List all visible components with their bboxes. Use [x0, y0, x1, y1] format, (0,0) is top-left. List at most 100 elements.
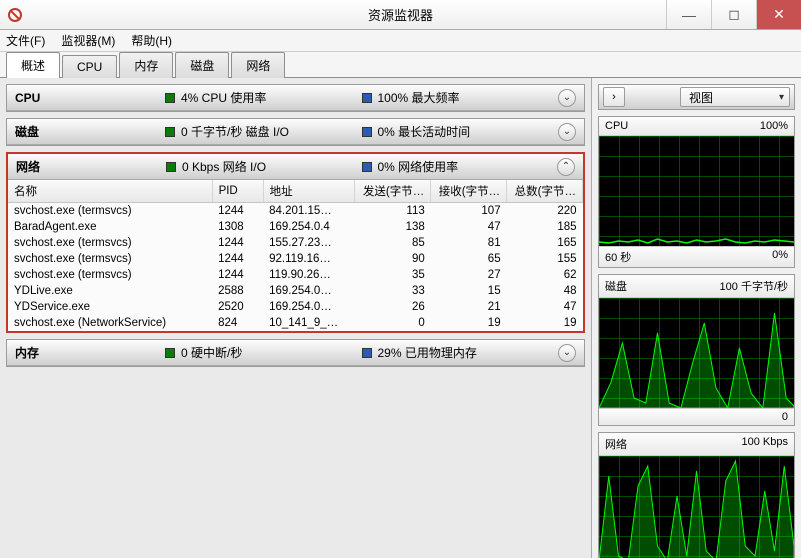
cell-total: 62	[507, 267, 583, 283]
section-mem-title: 内存	[15, 344, 155, 361]
cell-recv: 47	[431, 219, 507, 235]
tab-cpu[interactable]: CPU	[62, 55, 117, 78]
cell-name: svchost.exe (termsvcs)	[8, 251, 212, 267]
mem-stat1: 0 硬中断/秒	[181, 344, 242, 361]
section-cpu-header[interactable]: CPU 4% CPU 使用率 100% 最大频率 ⌄	[7, 85, 584, 111]
close-button[interactable]: ✕	[756, 0, 801, 29]
cell-total: 47	[507, 299, 583, 315]
square-icon	[362, 93, 372, 103]
expand-icon[interactable]: ⌄	[558, 89, 576, 107]
cell-name: BaradAgent.exe	[8, 219, 212, 235]
cell-pid: 1244	[212, 267, 263, 283]
graph-net-max: 100 Kbps	[742, 436, 788, 452]
cell-total: 165	[507, 235, 583, 251]
menu-file[interactable]: 文件(F)	[6, 32, 45, 49]
cell-addr: 169.254.0…	[263, 283, 355, 299]
collapse-panel-button[interactable]: ›	[603, 87, 625, 107]
app-icon	[0, 8, 30, 22]
menu-bar: 文件(F) 监视器(M) 帮助(H)	[0, 30, 801, 52]
col-send[interactable]: 发送(字节…	[355, 180, 431, 203]
cell-addr: 169.254.0…	[263, 299, 355, 315]
cell-recv: 27	[431, 267, 507, 283]
cell-pid: 1244	[212, 235, 263, 251]
cell-addr: 119.90.26…	[263, 267, 355, 283]
cell-name: svchost.exe (NetworkService)	[8, 315, 212, 331]
menu-monitor[interactable]: 监视器(M)	[61, 32, 115, 49]
square-icon	[165, 348, 175, 358]
net-chart	[599, 456, 794, 558]
cell-total: 155	[507, 251, 583, 267]
right-pane: › 视图 CPU100% 60 秒0% 磁盘100 千字节/秒 0	[591, 78, 801, 558]
cell-recv: 107	[431, 203, 507, 220]
square-icon	[165, 127, 175, 137]
square-icon	[362, 348, 372, 358]
col-recv[interactable]: 接收(字节…	[431, 180, 507, 203]
view-selector[interactable]: 视图	[680, 87, 790, 107]
cell-name: svchost.exe (termsvcs)	[8, 267, 212, 283]
cell-pid: 1244	[212, 203, 263, 220]
cell-send: 138	[355, 219, 431, 235]
disk-stat2: 0% 最长活动时间	[378, 123, 471, 140]
table-row[interactable]: YDLive.exe2588169.254.0…331548	[8, 283, 583, 299]
cell-name: svchost.exe (termsvcs)	[8, 235, 212, 251]
tab-overview[interactable]: 概述	[6, 52, 60, 78]
graph-cpu-xlabel: 60 秒	[605, 249, 631, 265]
col-pid[interactable]: PID	[212, 180, 263, 203]
cell-send: 35	[355, 267, 431, 283]
collapse-icon[interactable]: ⌃	[557, 158, 575, 176]
section-net-title: 网络	[16, 158, 156, 175]
cell-pid: 1308	[212, 219, 263, 235]
cell-pid: 2588	[212, 283, 263, 299]
cell-name: YDLive.exe	[8, 283, 212, 299]
cpu-stat1: 4% CPU 使用率	[181, 89, 266, 106]
graph-disk-title: 磁盘	[605, 278, 627, 294]
cell-addr: 10_141_9_…	[263, 315, 355, 331]
cell-recv: 19	[431, 315, 507, 331]
section-cpu-title: CPU	[15, 91, 155, 105]
window-title: 资源监视器	[368, 5, 433, 24]
network-table: 名称 PID 地址 发送(字节… 接收(字节… 总数(字节… svchost.e…	[8, 180, 583, 331]
section-cpu: CPU 4% CPU 使用率 100% 最大频率 ⌄	[6, 84, 585, 112]
cell-pid: 1244	[212, 251, 263, 267]
tab-disk[interactable]: 磁盘	[175, 52, 229, 78]
cell-name: YDService.exe	[8, 299, 212, 315]
section-memory: 内存 0 硬中断/秒 29% 已用物理内存 ⌄	[6, 339, 585, 367]
view-label: 视图	[689, 89, 713, 106]
menu-help[interactable]: 帮助(H)	[131, 32, 172, 49]
col-addr[interactable]: 地址	[263, 180, 355, 203]
table-row[interactable]: svchost.exe (termsvcs)124492.119.16…9065…	[8, 251, 583, 267]
section-disk-header[interactable]: 磁盘 0 千字节/秒 磁盘 I/O 0% 最长活动时间 ⌄	[7, 119, 584, 145]
cpu-stat2: 100% 最大频率	[378, 89, 460, 106]
section-disk-title: 磁盘	[15, 123, 155, 140]
expand-icon[interactable]: ⌄	[558, 344, 576, 362]
cell-total: 185	[507, 219, 583, 235]
table-row[interactable]: svchost.exe (termsvcs)1244155.27.23…8581…	[8, 235, 583, 251]
section-memory-header[interactable]: 内存 0 硬中断/秒 29% 已用物理内存 ⌄	[7, 340, 584, 366]
cell-recv: 15	[431, 283, 507, 299]
tab-memory[interactable]: 内存	[119, 52, 173, 78]
table-row[interactable]: svchost.exe (termsvcs)124484.201.15…1131…	[8, 203, 583, 220]
col-total[interactable]: 总数(字节…	[507, 180, 583, 203]
minimize-button[interactable]: —	[666, 0, 711, 29]
disk-stat1: 0 千字节/秒 磁盘 I/O	[181, 123, 289, 140]
disk-chart	[599, 298, 794, 408]
table-row[interactable]: svchost.exe (termsvcs)1244119.90.26…3527…	[8, 267, 583, 283]
table-row[interactable]: svchost.exe (NetworkService)82410_141_9_…	[8, 315, 583, 331]
tab-network[interactable]: 网络	[231, 52, 285, 78]
mem-stat2: 29% 已用物理内存	[378, 344, 477, 361]
maximize-button[interactable]: ◻	[711, 0, 756, 29]
col-name[interactable]: 名称	[8, 180, 212, 203]
square-icon	[165, 93, 175, 103]
cell-addr: 155.27.23…	[263, 235, 355, 251]
section-network-header[interactable]: 网络 0 Kbps 网络 I/O 0% 网络使用率 ⌃	[8, 154, 583, 180]
cell-send: 33	[355, 283, 431, 299]
net-stat1: 0 Kbps 网络 I/O	[182, 158, 266, 175]
table-row[interactable]: YDService.exe2520169.254.0…262147	[8, 299, 583, 315]
cell-total: 48	[507, 283, 583, 299]
graph-disk-min: 0	[782, 411, 788, 423]
square-icon	[166, 162, 176, 172]
table-row[interactable]: BaradAgent.exe1308169.254.0.413847185	[8, 219, 583, 235]
cell-addr: 169.254.0.4	[263, 219, 355, 235]
cell-send: 26	[355, 299, 431, 315]
expand-icon[interactable]: ⌄	[558, 123, 576, 141]
